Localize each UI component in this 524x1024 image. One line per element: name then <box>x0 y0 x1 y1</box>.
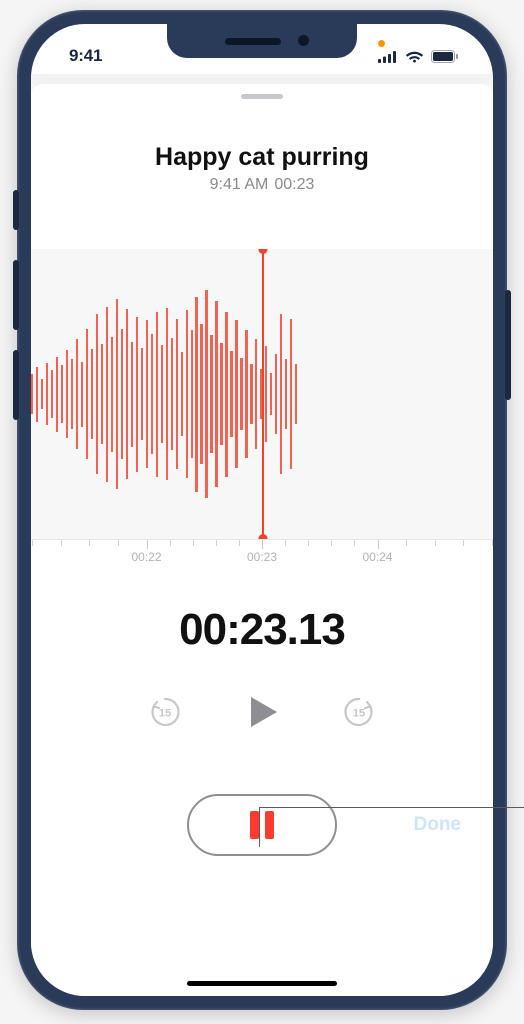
svg-text:15: 15 <box>353 708 365 720</box>
play-button[interactable] <box>243 693 281 736</box>
elapsed-timer: 00:23.13 <box>31 605 493 655</box>
pause-recording-button[interactable] <box>187 794 337 856</box>
mic-indicator-dot <box>378 40 385 47</box>
volume-up-button <box>13 260 19 330</box>
mute-switch <box>13 190 19 230</box>
power-button <box>505 290 511 400</box>
home-indicator[interactable] <box>187 981 337 986</box>
svg-text:15: 15 <box>159 708 171 720</box>
status-time: 9:41 <box>59 46 102 66</box>
volume-down-button <box>13 350 19 420</box>
sheet-grabber[interactable] <box>241 94 283 99</box>
battery-icon <box>431 50 459 63</box>
recording-sheet: Happy cat purring 9:41 AM00:23 2100:2200… <box>31 84 493 996</box>
recording-title[interactable]: Happy cat purring <box>31 143 493 172</box>
skip-forward-15-button[interactable]: 15 <box>341 694 377 735</box>
skip-back-15-button[interactable]: 15 <box>147 694 183 735</box>
phone-frame: 9:41 Happy cat purring 9:41 AM00: <box>17 10 507 1010</box>
done-button[interactable]: Done <box>414 814 462 836</box>
pause-icon <box>250 811 274 839</box>
recording-time: 9:41 AM <box>210 176 269 193</box>
ruler-label: 00:24 <box>362 550 392 564</box>
cellular-icon <box>378 50 398 63</box>
recording-duration: 00:23 <box>274 176 314 193</box>
ruler-label: 00:23 <box>247 550 277 564</box>
recording-subtitle: 9:41 AM 00:23 <box>31 176 493 194</box>
playhead[interactable] <box>262 249 264 539</box>
waveform-region[interactable] <box>31 249 493 539</box>
phone-screen: 9:41 Happy cat purring 9:41 AM00: <box>31 24 493 996</box>
notch <box>167 24 357 58</box>
time-ruler[interactable]: 2100:2200:2300:240 <box>31 539 493 569</box>
ruler-label: 00:22 <box>131 550 161 564</box>
wifi-icon <box>405 50 424 63</box>
